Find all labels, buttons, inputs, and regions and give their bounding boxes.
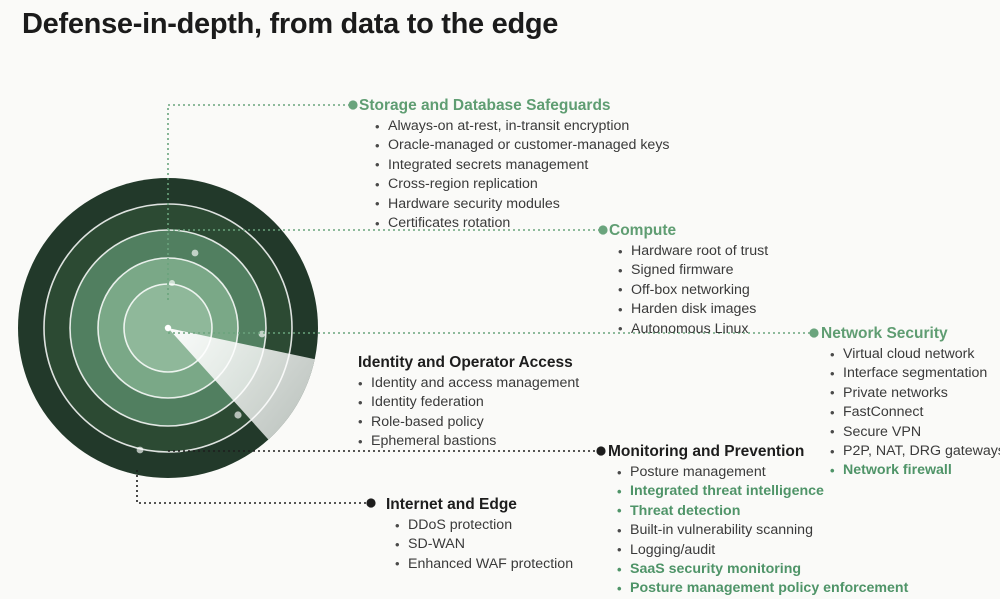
list-item: Private networks bbox=[830, 383, 1000, 403]
callout-heading-identity-and-operator-access: Identity and Operator Access bbox=[358, 354, 573, 371]
list-item: FastConnect bbox=[830, 403, 1000, 423]
list-item: Signed firmware bbox=[618, 261, 768, 281]
connector-monitoring-dot bbox=[596, 446, 606, 456]
callout-identity-and-operator-access: Identity and Operator Access Identity and… bbox=[358, 353, 579, 452]
callout-list-storage-and-database-safeguards: Always-on at-rest, in-transit encryption… bbox=[375, 116, 670, 233]
infographic-canvas: Defense-in-depth, from data to the edge … bbox=[0, 0, 1000, 599]
callout-list-compute: Hardware root of trustSigned firmwareOff… bbox=[618, 241, 768, 339]
list-item: Harden disk images bbox=[618, 300, 768, 320]
callout-internet-and-edge: Internet and Edge DDoS protectionSD-WANEn… bbox=[386, 495, 573, 574]
list-item: Built-in vulnerability scanning bbox=[617, 521, 908, 541]
list-item: Identity federation bbox=[358, 393, 579, 413]
list-item: Posture management policy enforcement bbox=[617, 579, 908, 599]
callout-heading-storage-and-database-safeguards: Storage and Database Safeguards bbox=[359, 97, 611, 114]
list-item: Ephemeral bastions bbox=[358, 432, 579, 452]
list-item: SD-WAN bbox=[395, 535, 573, 555]
list-item: Off-box networking bbox=[618, 280, 768, 300]
list-item: Autonomous Linux bbox=[618, 319, 768, 339]
list-item: Logging/audit bbox=[617, 540, 908, 560]
callout-heading-network-security: Network Security bbox=[821, 325, 948, 342]
callout-monitoring-and-prevention: Monitoring and Prevention Posture managem… bbox=[608, 442, 908, 599]
callout-heading-monitoring-and-prevention: Monitoring and Prevention bbox=[608, 443, 805, 460]
list-item: Integrated secrets management bbox=[375, 155, 670, 175]
callout-list-identity-and-operator-access: Identity and access managementIdentity f… bbox=[358, 373, 579, 452]
callout-compute: Compute Hardware root of trustSigned firm… bbox=[609, 221, 768, 339]
list-item: Hardware security modules bbox=[375, 194, 670, 214]
callout-list-monitoring-and-prevention: Posture managementIntegrated threat inte… bbox=[617, 462, 908, 599]
callout-heading-compute: Compute bbox=[609, 222, 677, 239]
callout-heading-internet-and-edge: Internet and Edge bbox=[386, 496, 517, 513]
callout-storage-and-database-safeguards: Storage and Database Safeguards Always-on… bbox=[359, 96, 670, 233]
connector-storage-dot bbox=[348, 100, 358, 110]
list-item: Enhanced WAF protection bbox=[395, 554, 573, 574]
list-item: Always-on at-rest, in-transit encryption bbox=[375, 116, 670, 136]
list-item: Interface segmentation bbox=[830, 364, 1000, 384]
list-item: Oracle-managed or customer-managed keys bbox=[375, 136, 670, 156]
list-item: DDoS protection bbox=[395, 515, 573, 535]
callout-list-internet-and-edge: DDoS protectionSD-WANEnhanced WAF protec… bbox=[395, 515, 573, 574]
connector-internet-dot bbox=[366, 498, 376, 508]
list-item: Threat detection bbox=[617, 501, 908, 521]
list-item: Hardware root of trust bbox=[618, 241, 768, 261]
list-item: Virtual cloud network bbox=[830, 344, 1000, 364]
connector-network-dot bbox=[809, 328, 819, 338]
list-item: Posture management bbox=[617, 462, 908, 482]
list-item: SaaS security monitoring bbox=[617, 560, 908, 580]
list-item: Role-based policy bbox=[358, 412, 579, 432]
radar-origin-dot bbox=[164, 324, 172, 332]
list-item: Integrated threat intelligence bbox=[617, 482, 908, 502]
list-item: Identity and access management bbox=[358, 373, 579, 393]
list-item: Secure VPN bbox=[830, 422, 1000, 442]
list-item: Cross-region replication bbox=[375, 175, 670, 195]
